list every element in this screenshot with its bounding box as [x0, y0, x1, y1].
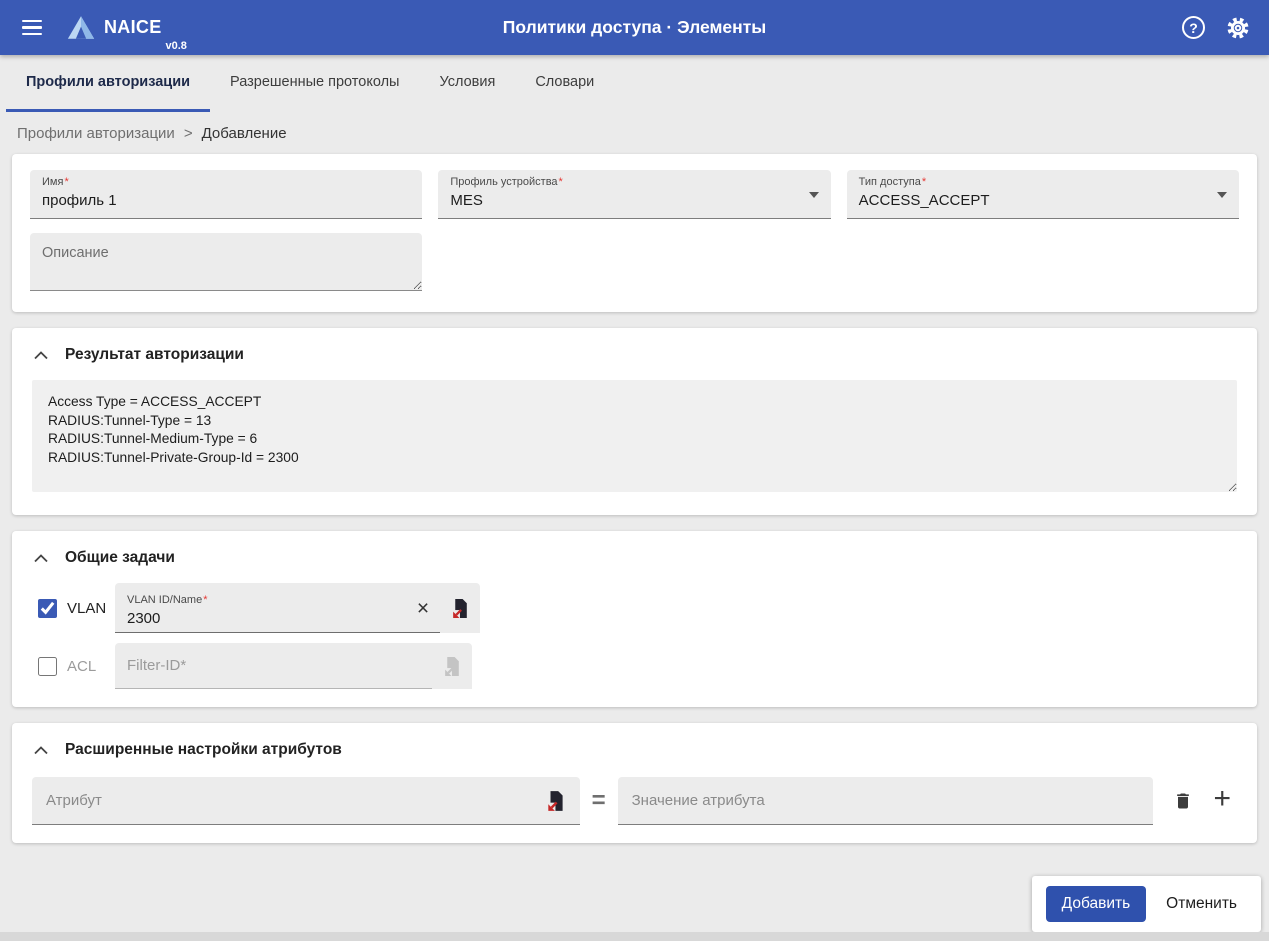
help-icon[interactable]: ?: [1182, 16, 1205, 39]
tab-conditions[interactable]: Условия: [419, 55, 515, 112]
name-field: Имя*: [30, 170, 422, 219]
tab-allowed-protocols[interactable]: Разрешенные протоколы: [210, 55, 419, 112]
name-label: Имя: [42, 176, 63, 188]
chevron-down-icon: [809, 192, 819, 198]
breadcrumb-current: Добавление: [202, 125, 287, 142]
advanced-attributes-title: Расширенные настройки атрибутов: [65, 741, 342, 759]
chevron-up-icon[interactable]: [32, 552, 50, 565]
acl-task-row: ACL: [32, 643, 1237, 689]
common-tasks-card: Общие задачи VLAN VLAN ID/Name* ×: [12, 531, 1257, 707]
clear-icon[interactable]: ×: [406, 598, 440, 623]
acl-label: ACL: [67, 658, 115, 675]
acl-checkbox[interactable]: [38, 657, 57, 676]
tab-authorization-profiles[interactable]: Профили авторизации: [6, 55, 210, 112]
description-textarea[interactable]: [30, 233, 422, 291]
dictionary-paste-icon: [432, 643, 472, 689]
tab-bar: Профили авторизации Разрешенные протокол…: [0, 55, 1269, 112]
vlan-task-row: VLAN VLAN ID/Name* ×: [32, 583, 1237, 633]
device-profile-label: Профиль устройства: [450, 176, 557, 188]
tab-label: Профили авторизации: [26, 74, 190, 90]
device-profile-value: MES: [450, 189, 818, 209]
equals-sign: =: [592, 787, 606, 815]
breadcrumb-separator: >: [184, 125, 193, 142]
attribute-field: [32, 777, 580, 825]
vlan-label: VLAN: [67, 600, 115, 617]
add-button[interactable]: Добавить: [1046, 886, 1147, 922]
auth-result-textarea[interactable]: Access Type = ACCESS_ACCEPT RADIUS:Tunne…: [32, 380, 1237, 492]
required-asterisk: *: [203, 594, 207, 606]
common-tasks-title: Общие задачи: [65, 549, 175, 567]
access-type-select[interactable]: Тип доступа* ACCESS_ACCEPT: [847, 170, 1239, 219]
required-asterisk: *: [922, 176, 926, 188]
chevron-down-icon: [1217, 192, 1227, 198]
page-bottom-strip: [0, 932, 1269, 941]
chevron-up-icon[interactable]: [32, 744, 50, 757]
cancel-button[interactable]: Отменить: [1156, 886, 1247, 922]
naice-logo-icon: [66, 14, 96, 41]
app-header: NAICE v0.8 Политики доступа · Элементы ?: [0, 0, 1269, 55]
vlan-checkbox[interactable]: [38, 599, 57, 618]
chevron-up-icon[interactable]: [32, 349, 50, 362]
tab-label: Словари: [535, 74, 594, 90]
tab-label: Разрешенные протоколы: [230, 74, 399, 90]
required-asterisk: *: [64, 176, 68, 188]
tab-label: Условия: [439, 74, 495, 90]
filter-id-input: [127, 657, 432, 674]
vlan-field: VLAN ID/Name* ×: [115, 583, 480, 633]
gear-icon[interactable]: [1225, 15, 1251, 41]
actions-panel: Добавить Отменить: [1032, 876, 1261, 932]
dictionary-paste-icon[interactable]: [440, 583, 480, 633]
app-version: v0.8: [166, 40, 187, 55]
acl-field: [115, 643, 472, 689]
attribute-input[interactable]: [46, 792, 536, 809]
page-title: Политики доступа · Элементы: [503, 17, 766, 38]
access-type-label: Тип доступа: [859, 176, 921, 188]
tab-dictionaries[interactable]: Словари: [515, 55, 614, 112]
vlan-id-label: VLAN ID/Name: [127, 594, 202, 606]
app-name: NAICE: [104, 17, 162, 38]
advanced-attributes-card: Расширенные настройки атрибутов = +: [12, 723, 1257, 843]
trash-icon[interactable]: [1169, 786, 1197, 816]
auth-result-card: Результат авторизации Access Type = ACCE…: [12, 328, 1257, 515]
access-type-value: ACCESS_ACCEPT: [859, 189, 1227, 209]
vlan-id-input[interactable]: [127, 607, 406, 627]
required-asterisk: *: [559, 176, 563, 188]
header-actions: ?: [1182, 15, 1251, 41]
device-profile-select[interactable]: Профиль устройства* MES: [438, 170, 830, 219]
dictionary-paste-icon[interactable]: [536, 790, 576, 812]
breadcrumb: Профили авторизации > Добавление: [0, 112, 1269, 154]
auth-result-title: Результат авторизации: [65, 346, 244, 364]
profile-form-card: Имя* Профиль устройства* MES Тип доступа…: [12, 154, 1257, 312]
name-input[interactable]: [42, 189, 410, 209]
menu-icon[interactable]: [18, 16, 46, 39]
attribute-value-input[interactable]: [632, 792, 1140, 809]
attribute-row: = +: [32, 777, 1237, 825]
attribute-value-field: [618, 777, 1154, 825]
breadcrumb-parent[interactable]: Профили авторизации: [17, 125, 175, 142]
plus-icon[interactable]: +: [1207, 784, 1237, 818]
